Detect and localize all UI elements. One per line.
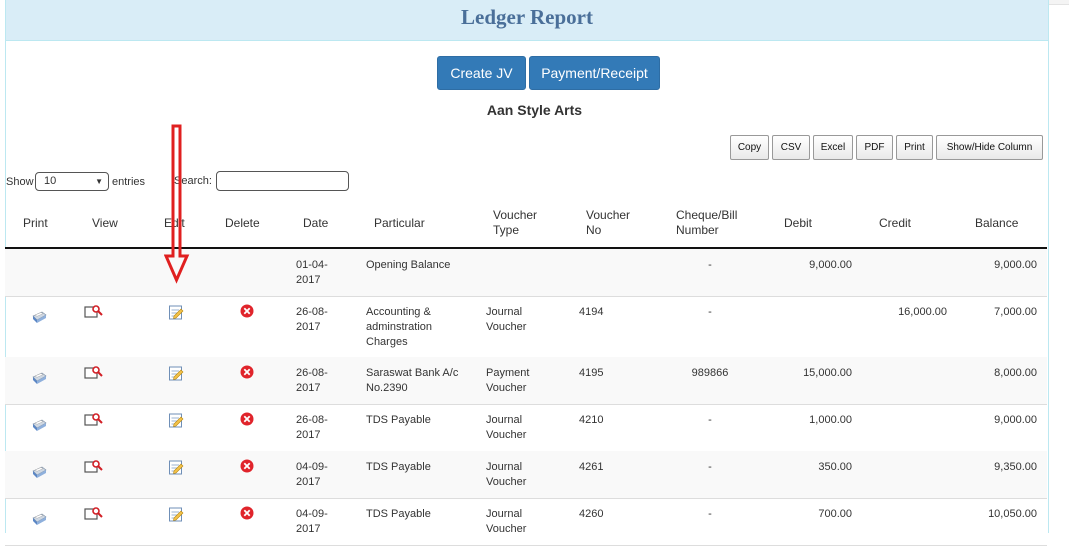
delete-x-icon[interactable] — [240, 412, 254, 431]
printer-icon[interactable] — [30, 416, 48, 439]
row-balance: 9,000.00 — [994, 259, 1037, 271]
row-voucher-type: Payment Voucher — [486, 367, 530, 394]
csv-button[interactable]: CSV — [772, 135, 810, 160]
row-date: 26-08-2017 — [296, 367, 328, 394]
col-print[interactable]: Print — [23, 216, 48, 230]
row-cheque: - — [708, 508, 712, 520]
printer-icon[interactable] — [30, 463, 48, 486]
red-arrow-annotation — [164, 124, 190, 284]
edit-notepad-icon[interactable] — [168, 304, 184, 325]
col-voucher-type[interactable]: Voucher Type — [493, 208, 543, 238]
row-voucher-type: Journal Voucher — [486, 414, 527, 441]
edit-notepad-icon[interactable] — [168, 365, 184, 386]
view-magnifier-icon[interactable] — [84, 304, 104, 325]
row-date: 26-08-2017 — [296, 414, 328, 441]
col-delete[interactable]: Delete — [225, 216, 260, 230]
show-hide-column-button[interactable]: Show/Hide Column — [936, 135, 1043, 160]
row-date: 26-08-2017 — [296, 306, 328, 333]
row-credit: 16,000.00 — [898, 306, 947, 318]
row-date: 04-09-2017 — [296, 461, 328, 488]
view-magnifier-icon[interactable] — [84, 459, 104, 480]
row-voucher-no: 4261 — [579, 461, 604, 473]
company-name: Aan Style Arts — [486, 102, 583, 118]
payment-receipt-button[interactable]: Payment/Receipt — [529, 56, 660, 90]
delete-x-icon[interactable] — [240, 506, 254, 525]
edit-notepad-icon[interactable] — [168, 506, 184, 527]
copy-button[interactable]: Copy — [730, 135, 769, 160]
create-jv-button[interactable]: Create JV — [437, 56, 526, 90]
row-particular: TDS Payable — [366, 461, 431, 473]
excel-button[interactable]: Excel — [813, 135, 853, 160]
row-date: 01-04-2017 — [296, 259, 328, 286]
panel-heading: Ledger Report — [6, 0, 1048, 41]
row-cheque: - — [708, 259, 712, 271]
row-balance: 7,000.00 — [994, 306, 1037, 318]
printer-icon[interactable] — [30, 308, 48, 331]
search-input[interactable] — [216, 171, 349, 191]
row-voucher-no: 4194 — [579, 306, 604, 318]
col-balance[interactable]: Balance — [975, 216, 1018, 230]
row-balance: 10,050.00 — [988, 508, 1037, 520]
entries-label: entries — [112, 176, 146, 188]
row-debit: 350.00 — [818, 461, 852, 473]
row-voucher-type: Journal Voucher — [486, 306, 527, 333]
row-debit: 700.00 — [818, 508, 852, 520]
col-credit[interactable]: Credit — [879, 216, 911, 230]
col-view[interactable]: View — [92, 216, 118, 230]
view-magnifier-icon[interactable] — [84, 365, 104, 386]
view-magnifier-icon[interactable] — [84, 412, 104, 433]
delete-x-icon[interactable] — [240, 304, 254, 323]
col-date[interactable]: Date — [303, 216, 328, 230]
row-voucher-no: 4195 — [579, 367, 604, 379]
row-cheque: 989866 — [691, 367, 729, 379]
col-voucher-no[interactable]: Voucher No — [586, 208, 636, 238]
row-voucher-no: 4260 — [579, 508, 604, 520]
entries-select-value: 10 — [44, 175, 57, 187]
row-particular: Accounting & adminstration Charges — [366, 306, 433, 348]
table-row — [5, 249, 1047, 297]
row-particular: Opening Balance — [366, 259, 451, 271]
col-particular[interactable]: Particular — [374, 216, 425, 230]
row-balance: 8,000.00 — [994, 367, 1037, 379]
view-magnifier-icon[interactable] — [84, 506, 104, 527]
row-particular: Saraswat Bank A/c No.2390 — [366, 367, 459, 394]
col-cheque-bill[interactable]: Cheque/Bill Number — [676, 208, 746, 238]
printer-icon[interactable] — [30, 510, 48, 533]
pdf-button[interactable]: PDF — [856, 135, 893, 160]
delete-x-icon[interactable] — [240, 459, 254, 478]
row-balance: 9,350.00 — [994, 461, 1037, 473]
row-particular: TDS Payable — [366, 414, 431, 426]
row-debit: 1,000.00 — [809, 414, 852, 426]
caret-down-icon: ▼ — [95, 177, 103, 186]
show-label: Show — [6, 176, 34, 188]
row-voucher-type: Journal Voucher — [486, 461, 527, 488]
col-debit[interactable]: Debit — [784, 216, 812, 230]
printer-icon[interactable] — [30, 369, 48, 392]
row-voucher-no: 4210 — [579, 414, 604, 426]
row-cheque: - — [708, 461, 712, 473]
row-debit: 15,000.00 — [803, 367, 852, 379]
row-particular: TDS Payable — [366, 508, 431, 520]
row-cheque: - — [708, 306, 712, 318]
edit-notepad-icon[interactable] — [168, 459, 184, 480]
edit-notepad-icon[interactable] — [168, 412, 184, 433]
print-button[interactable]: Print — [896, 135, 933, 160]
delete-x-icon[interactable] — [240, 365, 254, 384]
entries-select[interactable]: 10 ▼ — [35, 172, 109, 191]
page-title: Ledger Report — [461, 5, 593, 29]
row-debit: 9,000.00 — [809, 259, 852, 271]
row-cheque: - — [708, 414, 712, 426]
row-balance: 9,000.00 — [994, 414, 1037, 426]
